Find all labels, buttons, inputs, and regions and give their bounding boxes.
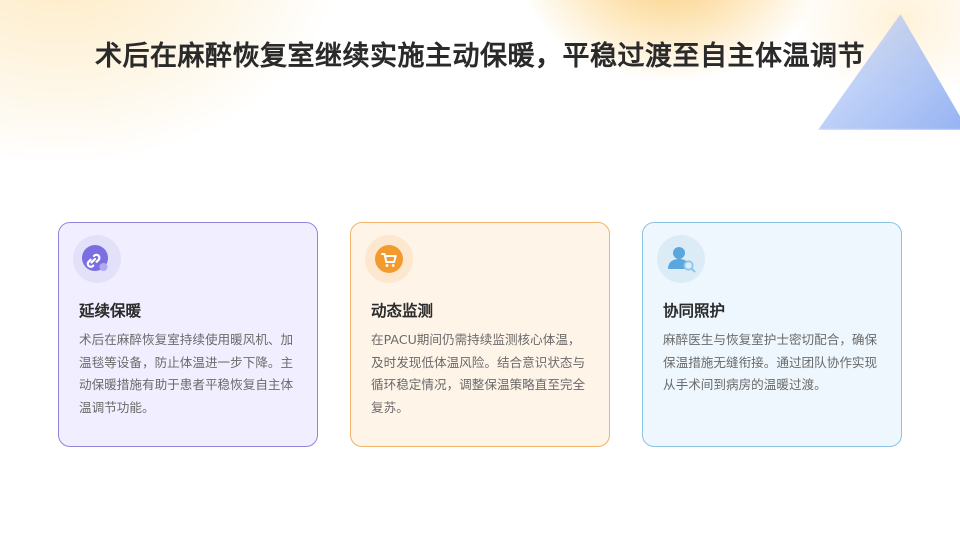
slide-title: 术后在麻醉恢复室继续实施主动保暖，平稳过渡至自主体温调节 [95,41,865,72]
card-title: 延续保暖 [79,302,142,320]
card-continued-warming: 延续保暖 术后在麻醉恢复室持续使用暖风机、加温毯等设备，防止体温进一步下降。主动… [58,222,318,447]
card-body: 在PACU期间仍需持续监测核心体温，及时发现低体温风险。结合意识状态与循环稳定情… [371,332,586,415]
decor-warm-blob-left [0,0,340,160]
card-title: 协同照护 [663,302,726,320]
slide: 术后在麻醉恢复室继续实施主动保暖，平稳过渡至自主体温调节 延续保暖 术后在麻醉恢… [0,0,960,540]
card-body: 麻醉医生与恢复室护士密切配合，确保保温措施无缝衔接。通过团队协作实现从手术间到病… [663,332,878,392]
card-title: 动态监测 [371,302,434,320]
card-collaborative-care: 协同照护 麻醉医生与恢复室护士密切配合，确保保温措施无缝衔接。通过团队协作实现从… [642,222,902,447]
link-app-icon [73,235,121,283]
card-body: 术后在麻醉恢复室持续使用暖风机、加温毯等设备，防止体温进一步下降。主动保暖措施有… [79,332,294,415]
shopping-cart-icon [365,235,413,283]
user-search-icon [657,235,705,283]
card-dynamic-monitoring: 动态监测 在PACU期间仍需持续监测核心体温，及时发现低体温风险。结合意识状态与… [350,222,610,447]
